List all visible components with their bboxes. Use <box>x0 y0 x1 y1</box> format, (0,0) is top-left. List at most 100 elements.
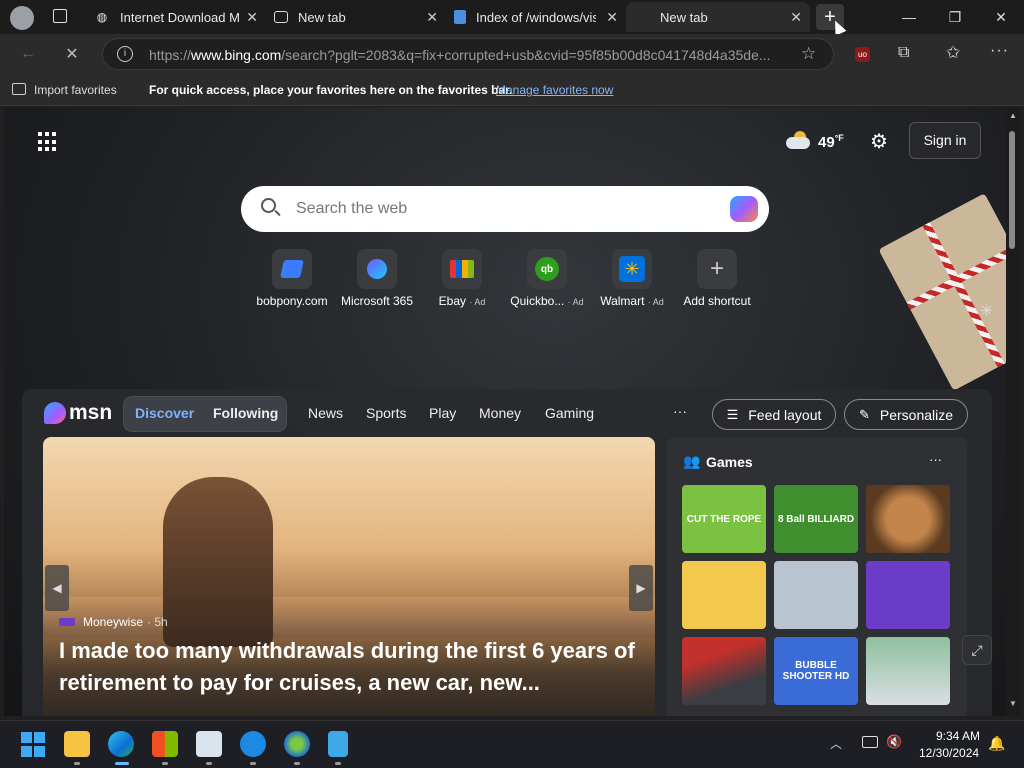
game-racing[interactable] <box>682 637 766 705</box>
internet-explorer-icon[interactable] <box>240 731 266 757</box>
page-scrollbar[interactable]: ▲ ▼ <box>1006 107 1020 716</box>
tab-close-icon[interactable]: ✕ <box>426 9 438 26</box>
search-box[interactable]: Search the web <box>241 186 769 232</box>
tab-close-icon[interactable]: ✕ <box>606 9 618 26</box>
msn-logo[interactable]: msn <box>44 399 112 427</box>
nav-play[interactable]: Play <box>429 405 456 421</box>
page-settings-icon[interactable]: ⚙ <box>870 129 888 154</box>
game-rocket[interactable] <box>866 561 950 629</box>
scrollbar-thumb[interactable] <box>1009 131 1015 249</box>
notepad-icon[interactable] <box>328 731 348 757</box>
start-windows-icon[interactable] <box>20 731 46 757</box>
shortcut-quickbooks[interactable]: qb Quickbo... · Ad <box>502 249 592 308</box>
sliders-icon: ☰ <box>726 406 739 422</box>
navigation-bar: ← ✕ i https://www.bing.com/search?pglt=2… <box>0 34 1024 74</box>
sparkle-edit-icon: ✎ <box>858 406 870 422</box>
article-headline[interactable]: I made too many withdrawals during the f… <box>59 635 649 699</box>
tab-new-tab-1[interactable]: New tab ✕ <box>266 2 446 32</box>
profile-avatar[interactable] <box>10 6 34 30</box>
microsoft-store-icon[interactable] <box>152 731 178 757</box>
scroll-down-arrow[interactable]: ▼ <box>1009 699 1017 708</box>
import-favorites-button[interactable]: Import favorites <box>34 83 117 97</box>
games-title[interactable]: Games <box>706 454 753 470</box>
feed-layout-button[interactable]: ☰ Feed layout <box>712 399 836 430</box>
tab-actions-icon[interactable] <box>53 9 67 23</box>
scroll-up-arrow[interactable]: ▲ <box>1009 111 1017 120</box>
tab-discover[interactable]: Discover <box>135 405 194 421</box>
clock-time[interactable]: 9:34 AM <box>936 729 980 743</box>
show-hidden-icons-chevron[interactable]: ︿ <box>830 735 842 752</box>
add-shortcut-button[interactable]: + Add shortcut <box>672 249 762 308</box>
favorites-icon[interactable]: ✩ <box>946 43 960 63</box>
control-panel-icon[interactable] <box>196 731 222 757</box>
hero-person-figure <box>163 477 273 647</box>
url-text[interactable]: https://www.bing.com/search?pglt=2083&q=… <box>149 47 789 63</box>
sign-in-button[interactable]: Sign in <box>909 122 981 159</box>
close-window-button[interactable]: ✕ <box>978 0 1024 34</box>
edge-browser-icon[interactable] <box>108 731 134 757</box>
tab-new-tab-active[interactable]: New tab ✕ <box>626 2 810 32</box>
apps-launcher-icon[interactable] <box>38 132 58 152</box>
game-cut-the-rope[interactable]: CUT THE ROPE <box>682 485 766 553</box>
nav-sports[interactable]: Sports <box>366 405 406 421</box>
game-police-chase[interactable] <box>866 637 950 705</box>
hero-next-arrow[interactable]: ▶ <box>629 565 653 611</box>
download-manager-icon[interactable] <box>284 731 310 757</box>
background-info-icon[interactable]: ✳ <box>980 301 993 321</box>
newtab-icon <box>274 11 288 23</box>
tab-internet-download[interactable]: ◍ Internet Download Ma ✕ <box>86 2 266 32</box>
microsoft365-icon <box>357 249 397 289</box>
favorite-star-icon[interactable]: ☆ <box>801 44 816 64</box>
nav-money[interactable]: Money <box>479 405 521 421</box>
weather-icon[interactable] <box>786 131 812 149</box>
back-button[interactable]: ← <box>14 40 42 68</box>
new-tab-page: 49°F ⚙ Sign in Search the web bobpony.co… <box>4 107 1006 716</box>
settings-more-icon[interactable]: ··· <box>990 42 1009 60</box>
moneywise-logo-icon <box>59 618 75 626</box>
hero-prev-arrow[interactable]: ◀ <box>45 565 69 611</box>
games-people-icon: 👥 <box>683 453 701 469</box>
site-info-icon[interactable]: i <box>117 46 133 62</box>
nav-more-button[interactable]: ··· <box>673 403 687 419</box>
expand-feed-button[interactable]: ⤢ <box>962 635 992 665</box>
file-explorer-icon[interactable] <box>64 731 90 757</box>
favorites-hint: For quick access, place your favorites h… <box>149 83 513 97</box>
nav-news[interactable]: News <box>308 405 343 421</box>
restore-button[interactable]: ❐ <box>932 0 978 34</box>
article-source[interactable]: Moneywise · 5h <box>59 615 168 629</box>
quickbooks-icon: qb <box>527 249 567 289</box>
volume-muted-icon[interactable]: 🔇 <box>886 734 902 750</box>
game-8-ball-billiard[interactable]: 8 Ball BILLIARD <box>774 485 858 553</box>
shortcut-walmart[interactable]: ✳ Walmart · Ad <box>587 249 677 308</box>
shortcut-bobpony[interactable]: bobpony.com <box>247 249 337 308</box>
tab-following[interactable]: Following <box>213 405 278 421</box>
shortcut-ebay[interactable]: Ebay · Ad <box>417 249 507 308</box>
stop-loading-button[interactable]: ✕ <box>58 40 86 68</box>
tab-index-windows[interactable]: Index of /windows/vist ✕ <box>446 2 626 32</box>
network-icon[interactable] <box>862 736 878 748</box>
manage-favorites-link[interactable]: Manage favorites now <box>496 83 613 97</box>
walmart-icon: ✳ <box>612 249 652 289</box>
games-more-button[interactable]: ··· <box>929 452 942 467</box>
copilot-icon[interactable] <box>730 196 758 222</box>
tab-close-icon[interactable]: ✕ <box>790 9 802 26</box>
msn-feed: msn Discover Following News Sports Play … <box>22 389 992 716</box>
notifications-bell-icon[interactable]: 🔔 <box>988 735 1005 752</box>
game-bubble-shooter[interactable]: BUBBLE SHOOTER HD <box>774 637 858 705</box>
game-pipe-puzzle[interactable] <box>682 561 766 629</box>
shortcut-microsoft365[interactable]: Microsoft 365 <box>332 249 422 308</box>
tab-strip: ◍ Internet Download Ma ✕ New tab ✕ Index… <box>0 0 1024 36</box>
address-bar[interactable]: i https://www.bing.com/search?pglt=2083&… <box>102 38 834 70</box>
newtab-icon <box>634 9 650 25</box>
hero-article-card[interactable]: ◀ ▶ Moneywise · 5h I made too many withd… <box>43 437 655 716</box>
tab-close-icon[interactable]: ✕ <box>246 9 258 26</box>
game-deer-hunter[interactable] <box>866 485 950 553</box>
ublock-extension-icon[interactable]: uo <box>855 47 870 62</box>
game-thief-puzzle[interactable] <box>774 561 858 629</box>
extensions-icon[interactable]: ⧉ <box>898 44 909 62</box>
personalize-button[interactable]: ✎ Personalize <box>844 399 968 430</box>
minimize-button[interactable]: — <box>886 0 932 34</box>
weather-temperature[interactable]: 49°F <box>818 133 844 151</box>
nav-gaming[interactable]: Gaming <box>545 405 594 421</box>
clock-date[interactable]: 12/30/2024 <box>919 746 979 760</box>
